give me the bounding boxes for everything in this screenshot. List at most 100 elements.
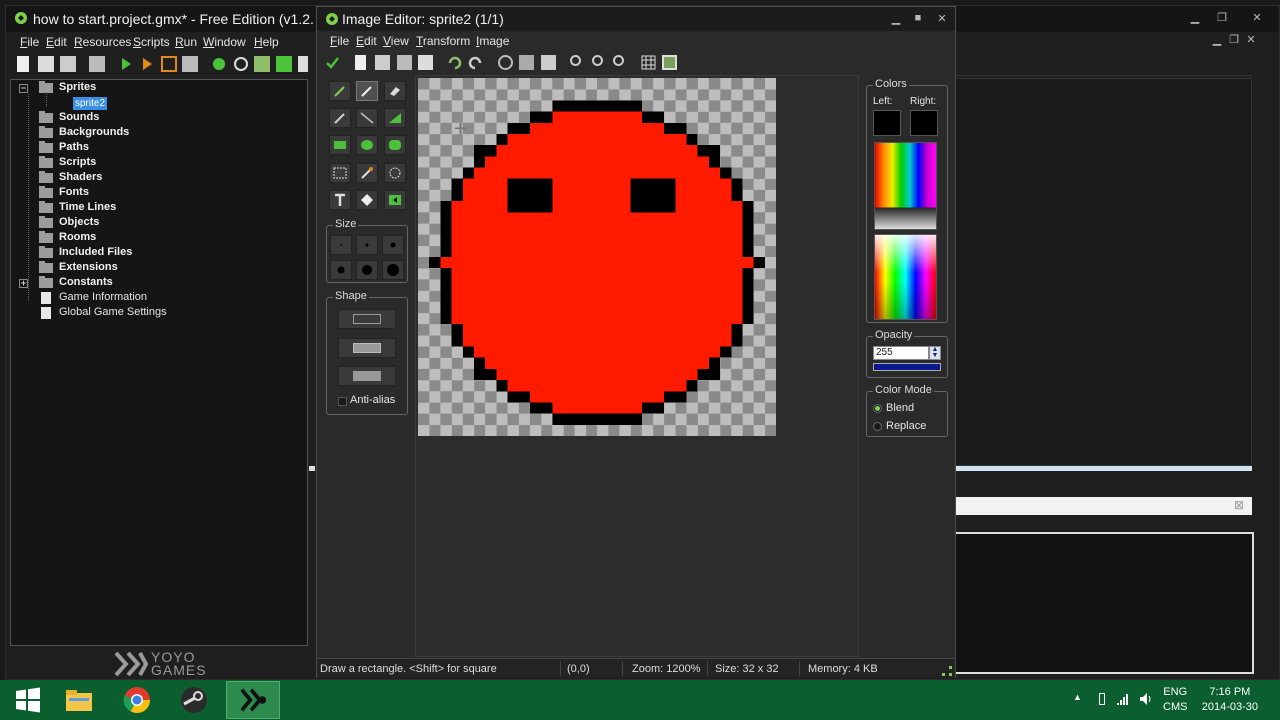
cut-icon[interactable] [498,55,513,70]
shape-filled-outline-option[interactable] [338,338,396,358]
menu-window[interactable]: Window [203,35,246,49]
main-maximize-button[interactable]: ❐ [1211,11,1233,24]
network-signal-icon[interactable] [1116,691,1132,707]
shape-outline-option[interactable] [338,309,396,329]
menu-resources[interactable]: Resources [74,35,131,49]
gamemaker-taskbar-button[interactable] [226,681,280,719]
windows-start-icon[interactable] [12,684,44,716]
antialias-checkbox[interactable] [338,397,347,406]
text-tool-icon[interactable] [329,190,351,210]
editor-menu-image[interactable]: Image [476,34,509,48]
stop-icon[interactable] [161,56,177,72]
main-close-button[interactable]: ✕ [1246,11,1268,24]
editor-maximize-button[interactable]: ■ [907,12,929,24]
select-rect-tool-icon[interactable] [329,163,351,183]
close-icon[interactable]: ⊠ [1234,498,1244,512]
editor-menu-file[interactable]: File [330,34,349,48]
create-script-icon[interactable] [298,56,308,72]
brush-size-5[interactable] [356,260,378,280]
input-language-indicator[interactable]: ENG CMS [1163,685,1187,715]
paste-icon[interactable] [541,55,556,70]
blend-radio[interactable] [873,404,882,413]
menu-file[interactable]: File [20,35,39,49]
expand-icon[interactable]: + [19,279,28,288]
create-sprite-icon[interactable] [211,56,227,72]
shape-filled-option[interactable] [338,366,396,386]
right-color-swatch[interactable] [910,110,938,136]
editor-menu-edit[interactable]: Edit [356,34,377,48]
run-game-icon[interactable] [118,56,134,72]
undo-icon[interactable] [447,55,462,70]
zoom-reset-icon[interactable] [613,55,624,66]
replace-radio[interactable] [873,422,882,431]
opacity-spinner[interactable]: ▲ ▼ [929,346,941,360]
collapse-icon[interactable]: − [19,84,28,93]
color-spectrum[interactable] [874,234,937,320]
open-image-icon[interactable] [375,55,390,70]
eraser-tool-icon[interactable] [384,81,406,101]
menu-scripts[interactable]: Scripts [133,35,170,49]
system-clock[interactable]: 7:16 PM 2014-03-30 [1202,685,1258,715]
confirm-check-icon[interactable] [325,55,340,70]
editor-menu-transform[interactable]: Transform [416,34,470,48]
zoom-out-icon[interactable] [592,55,603,66]
create-path-icon[interactable] [276,56,292,72]
brush-size-1[interactable] [330,235,352,255]
color-picker-tool-icon[interactable] [329,108,351,128]
open-folder-icon[interactable] [397,55,412,70]
pencil-tool-icon[interactable] [329,81,351,101]
line-tool-icon[interactable] [356,108,378,128]
select-ellipse-tool-icon[interactable] [384,163,406,183]
sprite-canvas[interactable] [418,78,776,436]
chrome-icon[interactable] [121,684,153,716]
brush-size-6[interactable] [382,260,404,280]
menu-edit[interactable]: Edit [46,35,67,49]
main-minimize-button[interactable]: ▁ [1184,11,1206,24]
rectangle-tool-icon[interactable] [329,135,351,155]
battery-icon[interactable] [1099,693,1105,705]
rounded-rect-tool-icon[interactable] [384,135,406,155]
left-color-swatch[interactable] [873,110,901,136]
polygon-tool-icon[interactable] [384,108,406,128]
tree-sprite-item[interactable]: sprite2 [73,97,108,110]
grid-toggle-icon[interactable] [641,55,656,70]
copy-icon[interactable] [519,55,534,70]
create-background-icon[interactable] [254,56,270,72]
menu-run[interactable]: Run [175,35,197,49]
clean-icon[interactable] [182,56,198,72]
brush-size-2[interactable] [356,235,378,255]
change-color-tool-icon[interactable] [384,190,406,210]
editor-menu-view[interactable]: View [383,34,409,48]
create-executable-icon[interactable] [89,56,105,72]
magic-wand-tool-icon[interactable] [356,163,378,183]
open-project-icon[interactable] [38,56,54,72]
image-preview-icon[interactable] [662,55,677,70]
color-palette[interactable] [874,142,937,230]
editor-title-bar[interactable]: Image Editor: sprite2 (1/1) ▁ ■ ✕ [317,7,955,31]
create-sound-icon[interactable] [233,56,249,72]
mdi-close-button[interactable]: ✕ [1240,33,1262,46]
save-project-icon[interactable] [60,56,76,72]
resource-tree[interactable]: − Sprites sprite2 Sounds Backgrounds Pat… [10,79,308,646]
brush-size-3[interactable] [382,235,404,255]
volume-icon[interactable] [1138,691,1154,707]
editor-minimize-button[interactable]: ▁ [885,12,907,25]
zoom-in-icon[interactable] [570,55,581,66]
editor-close-button[interactable]: ✕ [931,12,953,25]
opacity-input[interactable]: 255 [873,346,929,360]
spray-tool-icon[interactable] [356,81,378,101]
save-image-icon[interactable] [418,55,433,70]
debug-game-icon[interactable] [139,56,155,72]
folder-icon [39,276,53,288]
brush-size-4[interactable] [330,260,352,280]
redo-icon[interactable] [468,55,483,70]
menu-help[interactable]: Help [254,35,279,49]
fill-tool-icon[interactable] [356,190,378,210]
resize-grip-icon[interactable] [942,666,952,676]
new-project-icon[interactable] [17,56,29,72]
new-image-icon[interactable] [355,55,366,70]
tray-show-hidden-icon[interactable]: ▲ [1073,692,1082,702]
steam-icon[interactable] [178,684,210,716]
ellipse-tool-icon[interactable] [356,135,378,155]
file-explorer-icon[interactable] [63,684,95,716]
